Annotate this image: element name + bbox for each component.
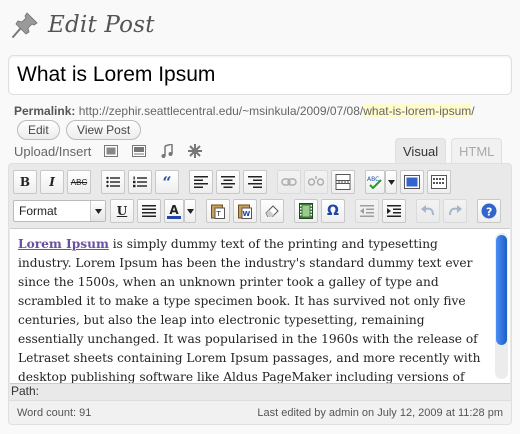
format-select-value: Format [19, 204, 58, 218]
editor-content-area[interactable]: Lorem Ipsum is simply dummy text of the … [10, 228, 510, 384]
numbered-list-icon [133, 176, 147, 188]
upload-insert-row: Upload/Insert [14, 142, 203, 160]
toolbar-row-1: B I ABC “ ABC [13, 168, 454, 196]
chevron-down-icon [387, 179, 395, 185]
special-character-button[interactable]: Ω [321, 199, 345, 223]
outdent-button[interactable] [355, 199, 379, 223]
post-editor: B I ABC “ ABC Format U A T W Ω ? Lorem I… [8, 163, 512, 425]
undo-icon [421, 205, 434, 216]
svg-text:ABC: ABC [367, 176, 379, 183]
svg-text:T: T [216, 210, 222, 218]
paste-text-icon: T [211, 204, 225, 219]
spellcheck-button[interactable]: ABC [365, 170, 385, 194]
help-button[interactable]: ? [477, 199, 501, 223]
svg-text:?: ? [486, 206, 492, 219]
indent-button[interactable] [382, 199, 406, 223]
insert-media-button[interactable] [294, 199, 318, 223]
editor-scrollbar[interactable] [495, 233, 508, 379]
pushpin-icon [8, 8, 42, 42]
toolbar-row-2: Format U A T W Ω ? [13, 197, 504, 225]
align-right-button[interactable] [243, 170, 267, 194]
post-body-paragraph: Lorem Ipsum is simply dummy text of the … [10, 229, 510, 384]
fullscreen-icon [404, 175, 420, 189]
bold-button[interactable]: B [13, 170, 37, 194]
help-icon: ? [481, 203, 497, 219]
spellcheck-dropdown-button[interactable] [385, 170, 397, 194]
paste-word-button[interactable]: W [233, 199, 257, 223]
read-more-icon [335, 174, 351, 190]
remove-format-button[interactable] [260, 199, 284, 223]
align-center-icon [221, 176, 235, 188]
add-image-icon[interactable] [103, 143, 119, 159]
film-icon [299, 203, 313, 219]
redo-icon [449, 205, 462, 216]
kitchen-sink-icon [431, 175, 447, 189]
italic-button[interactable]: I [40, 170, 64, 194]
post-body-link[interactable]: Lorem Ipsum [18, 237, 109, 251]
redo-button[interactable] [443, 199, 467, 223]
quote-icon: “ [162, 172, 172, 192]
editor-path: Path: [11, 384, 40, 398]
text-color-icon: A [169, 202, 179, 217]
unlink-icon [308, 176, 324, 186]
word-count: Word count: 91 [17, 406, 92, 419]
underline-button[interactable]: U [110, 199, 134, 223]
eraser-icon [265, 205, 279, 217]
format-select[interactable]: Format [13, 200, 106, 222]
permalink-row: Permalink: http://zephir.seattlecentral.… [14, 102, 510, 140]
text-color-dropdown-button[interactable] [184, 199, 196, 223]
align-right-icon [248, 176, 262, 188]
align-left-icon [194, 176, 208, 188]
upload-insert-label: Upload/Insert [14, 143, 92, 159]
add-media-icon[interactable] [187, 143, 203, 159]
permalink-label: Permalink: [14, 104, 76, 118]
tab-html[interactable]: HTML [451, 138, 503, 164]
add-video-icon[interactable] [131, 143, 147, 159]
page-title: Edit Post [48, 12, 155, 38]
permalink-trail: / [471, 104, 475, 118]
chevron-down-icon [186, 208, 194, 214]
permalink-base-url: http://zephir.seattlecentral.edu/~msinku… [78, 104, 364, 118]
insert-link-button[interactable] [277, 170, 301, 194]
edit-permalink-button[interactable]: Edit [17, 120, 60, 140]
post-body-text: is simply dummy text of the printing and… [18, 237, 481, 384]
add-audio-icon[interactable] [159, 143, 175, 159]
blockquote-button[interactable]: “ [155, 170, 179, 194]
post-title-input[interactable]: What is Lorem Ipsum [8, 55, 512, 95]
paste-word-icon: W [238, 204, 252, 219]
link-icon [281, 178, 297, 186]
spellcheck-icon: ABC [367, 176, 382, 189]
page-header: Edit Post [8, 8, 155, 42]
strikethrough-button[interactable]: ABC [67, 170, 91, 194]
numbered-list-button[interactable] [128, 170, 152, 194]
align-justify-icon [142, 205, 156, 217]
view-post-button[interactable]: View Post [66, 120, 142, 140]
paste-text-button[interactable]: T [206, 199, 230, 223]
unlink-button[interactable] [304, 170, 328, 194]
permalink-slug[interactable]: what-is-lorem-ipsum [363, 104, 472, 118]
editor-scrollbar-thumb[interactable] [496, 235, 507, 345]
last-edited: Last edited by admin on July 12, 2009 at… [257, 406, 503, 419]
insert-more-button[interactable] [331, 170, 355, 194]
fullscreen-button[interactable] [400, 170, 424, 194]
tab-visual[interactable]: Visual [395, 138, 447, 164]
editor-status-bar: Word count: 91 Last edited by admin on J… [9, 400, 511, 424]
justify-button[interactable] [137, 199, 161, 223]
bullet-list-button[interactable] [101, 170, 125, 194]
bullet-list-icon [106, 176, 120, 188]
outdent-icon [360, 205, 374, 217]
undo-button[interactable] [416, 199, 440, 223]
indent-icon [387, 205, 401, 217]
align-left-button[interactable] [189, 170, 213, 194]
chevron-down-icon [90, 201, 105, 221]
align-center-button[interactable] [216, 170, 240, 194]
svg-text:W: W [243, 210, 251, 218]
kitchen-sink-button[interactable] [427, 170, 451, 194]
text-color-button[interactable]: A [164, 199, 184, 223]
